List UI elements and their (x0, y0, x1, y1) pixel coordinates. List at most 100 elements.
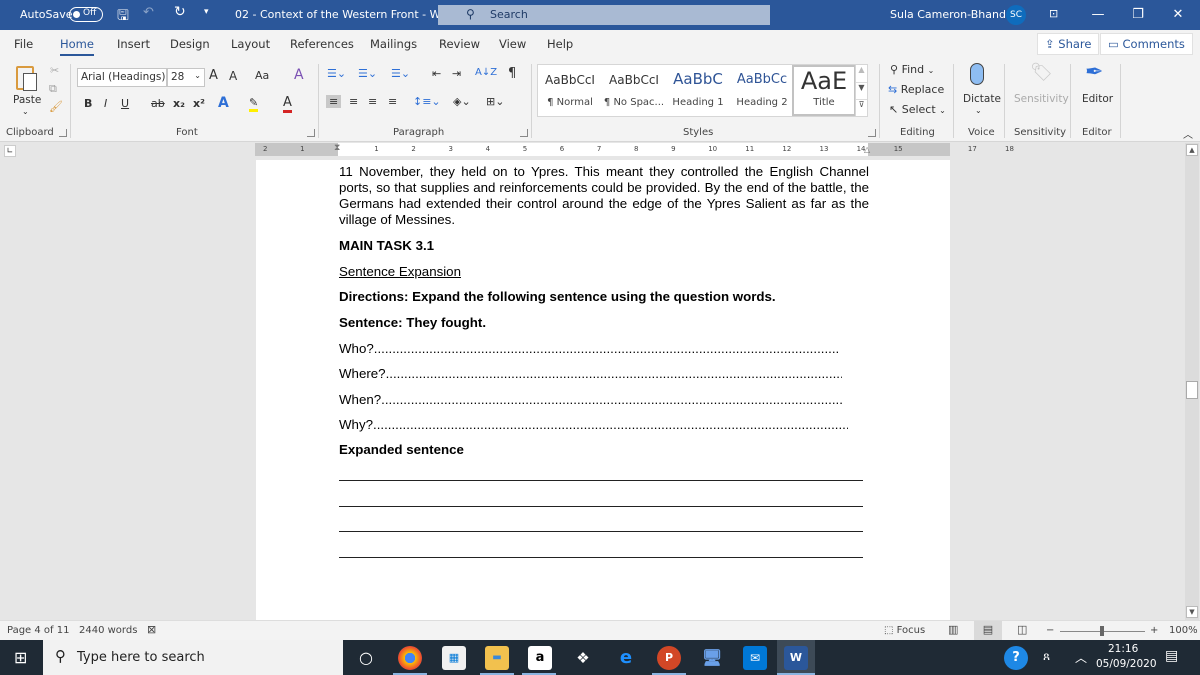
people-icon[interactable]: ጸ (1043, 649, 1050, 664)
font-launcher-icon[interactable] (307, 129, 315, 137)
notifications-icon[interactable]: ▤ (1165, 648, 1178, 664)
scroll-down-arrow-icon[interactable]: ▼ (1186, 606, 1198, 618)
search-box[interactable]: ⚲ Search (438, 5, 770, 25)
tab-selector[interactable]: ∟ (4, 145, 16, 157)
scroll-thumb[interactable] (1186, 381, 1198, 399)
multilevel-list-icon[interactable]: ☰⌄ (391, 67, 410, 80)
amazon-icon[interactable]: a (528, 646, 552, 670)
justify-icon[interactable]: ≡ (388, 95, 397, 108)
grow-font-button[interactable]: A (209, 68, 218, 83)
document-page[interactable]: 11 November, they held on to Ypres. This… (256, 160, 950, 620)
text-effects-button[interactable]: A (218, 95, 229, 111)
zoom-slider-thumb[interactable] (1100, 626, 1104, 636)
change-case-button[interactable]: Aa (255, 69, 269, 82)
comments-button[interactable]: ▭ Comments (1100, 33, 1193, 55)
help-icon[interactable]: ? (1004, 646, 1028, 670)
question-why[interactable]: Why?....................................… (339, 417, 848, 432)
dictate-button[interactable]: Dictate (963, 93, 1001, 105)
clear-formatting-icon[interactable]: A (294, 67, 304, 83)
dropbox-icon[interactable]: ❖ (571, 646, 595, 670)
find-button[interactable]: ⚲ Find ⌄ (890, 63, 934, 76)
word-taskbar-button[interactable]: W (777, 640, 815, 675)
file-explorer-icon[interactable]: ▬ (485, 646, 509, 670)
avatar[interactable]: SC (1006, 5, 1026, 25)
tab-layout[interactable]: Layout (231, 37, 270, 51)
bold-button[interactable]: B (84, 97, 92, 110)
tab-help[interactable]: Help (547, 37, 573, 51)
paste-label[interactable]: Paste (13, 94, 41, 106)
edge-icon[interactable]: e (614, 646, 638, 670)
line-spacing-icon[interactable]: ↕≡⌄ (413, 95, 441, 108)
question-where[interactable]: Where?..................................… (339, 366, 842, 381)
redo-icon[interactable]: ↻ (174, 4, 186, 20)
word-count[interactable]: 2440 words (79, 625, 137, 636)
zoom-in-button[interactable]: + (1150, 625, 1158, 636)
editor-button[interactable]: Editor (1082, 93, 1113, 105)
style-no-spacing[interactable]: AaBbCcI ¶ No Spac... (602, 65, 666, 116)
answer-line[interactable] (339, 480, 863, 481)
highlight-button[interactable]: ✎ (249, 96, 259, 112)
style-heading-1[interactable]: AaBbC Heading 1 (666, 65, 730, 116)
mail-icon[interactable]: ✉ (743, 646, 767, 670)
tab-view[interactable]: View (499, 37, 526, 51)
powerpoint-icon[interactable]: P (657, 646, 681, 670)
decrease-indent-icon[interactable]: ⇤ (432, 67, 441, 80)
proofing-icon[interactable]: ⊠ (147, 623, 156, 636)
tab-file[interactable]: File (14, 37, 33, 51)
scroll-down-icon[interactable]: ▼ (856, 82, 867, 99)
clipboard-launcher-icon[interactable] (59, 129, 67, 137)
remote-desktop-icon[interactable]: 🖥 (700, 646, 724, 670)
paragraph-launcher-icon[interactable] (520, 129, 528, 137)
tab-review[interactable]: Review (439, 37, 480, 51)
page-count[interactable]: Page 4 of 11 (7, 625, 69, 636)
right-indent-marker-icon[interactable]: △ (864, 145, 870, 154)
sort-icon[interactable]: A↓Z (475, 67, 497, 78)
taskbar-search[interactable]: ⚲ Type here to search (43, 640, 343, 675)
font-size-combo[interactable]: 28 ⌄ (167, 68, 205, 87)
main-task-heading[interactable]: MAIN TASK 3.1 (339, 238, 869, 254)
ribbon-display-options-icon[interactable]: ⊡ (1049, 7, 1058, 20)
style-heading-2[interactable]: AaBbCc Heading 2 (730, 65, 794, 116)
paste-dropdown-icon[interactable]: ⌄ (22, 107, 29, 116)
user-name[interactable]: Sula Cameron-Bhandal (890, 8, 1016, 21)
font-color-button[interactable]: A (283, 95, 292, 113)
format-painter-icon[interactable]: 🖌 (49, 100, 63, 113)
editor-pen-icon[interactable]: ✒ (1085, 60, 1103, 85)
undo-icon[interactable]: ↶ (143, 5, 154, 20)
cut-icon[interactable]: ✂ (50, 64, 59, 77)
align-left-icon[interactable]: ≡ (326, 95, 342, 108)
sentence-expansion-subheading[interactable]: Sentence Expansion (339, 264, 461, 279)
strikethrough-button[interactable]: ab (151, 97, 165, 110)
show-hidden-icons-chevron-icon[interactable]: ︿ (1075, 649, 1087, 666)
answer-line[interactable] (339, 531, 863, 532)
share-button[interactable]: ⇪ Share (1037, 33, 1100, 55)
tab-insert[interactable]: Insert (117, 37, 150, 51)
tab-design[interactable]: Design (170, 37, 210, 51)
vertical-scrollbar[interactable]: ▲ ▼ (1185, 143, 1199, 620)
scroll-up-icon[interactable]: ▲ (856, 65, 867, 82)
directions-text[interactable]: Directions: Expand the following sentenc… (339, 289, 869, 305)
web-layout-icon[interactable]: ◫ (1017, 623, 1027, 636)
subscript-button[interactable]: x₂ (173, 97, 185, 110)
tab-mailings[interactable]: Mailings (370, 37, 417, 51)
clock-time[interactable]: 21:16 (1108, 643, 1138, 655)
select-button[interactable]: ↖ Select ⌄ (889, 103, 946, 116)
collapse-ribbon-icon[interactable]: ︿ (1183, 126, 1193, 141)
windows-start-icon[interactable]: ⊞ (14, 648, 27, 667)
focus-button[interactable]: ⬚ Focus (884, 625, 925, 636)
expanded-sentence-heading[interactable]: Expanded sentence (339, 442, 869, 458)
replace-button[interactable]: ⇆ Replace (888, 83, 944, 96)
numbering-icon[interactable]: ☰⌄ (358, 67, 377, 80)
answer-line[interactable] (339, 505, 863, 507)
print-layout-icon[interactable]: ▤ (974, 621, 1002, 640)
chrome-icon[interactable] (398, 646, 422, 670)
align-right-icon[interactable]: ≡ (368, 95, 377, 108)
zoom-out-button[interactable]: − (1046, 625, 1054, 636)
customize-toolbar-icon[interactable]: ▾ (204, 7, 209, 17)
scroll-up-arrow-icon[interactable]: ▲ (1186, 144, 1198, 156)
shrink-font-button[interactable]: A (229, 69, 237, 83)
align-center-icon[interactable]: ≡ (349, 95, 358, 108)
superscript-button[interactable]: x² (193, 97, 205, 110)
sentence-text[interactable]: Sentence: They fought. (339, 315, 869, 331)
bullets-icon[interactable]: ☰⌄ (327, 67, 346, 80)
